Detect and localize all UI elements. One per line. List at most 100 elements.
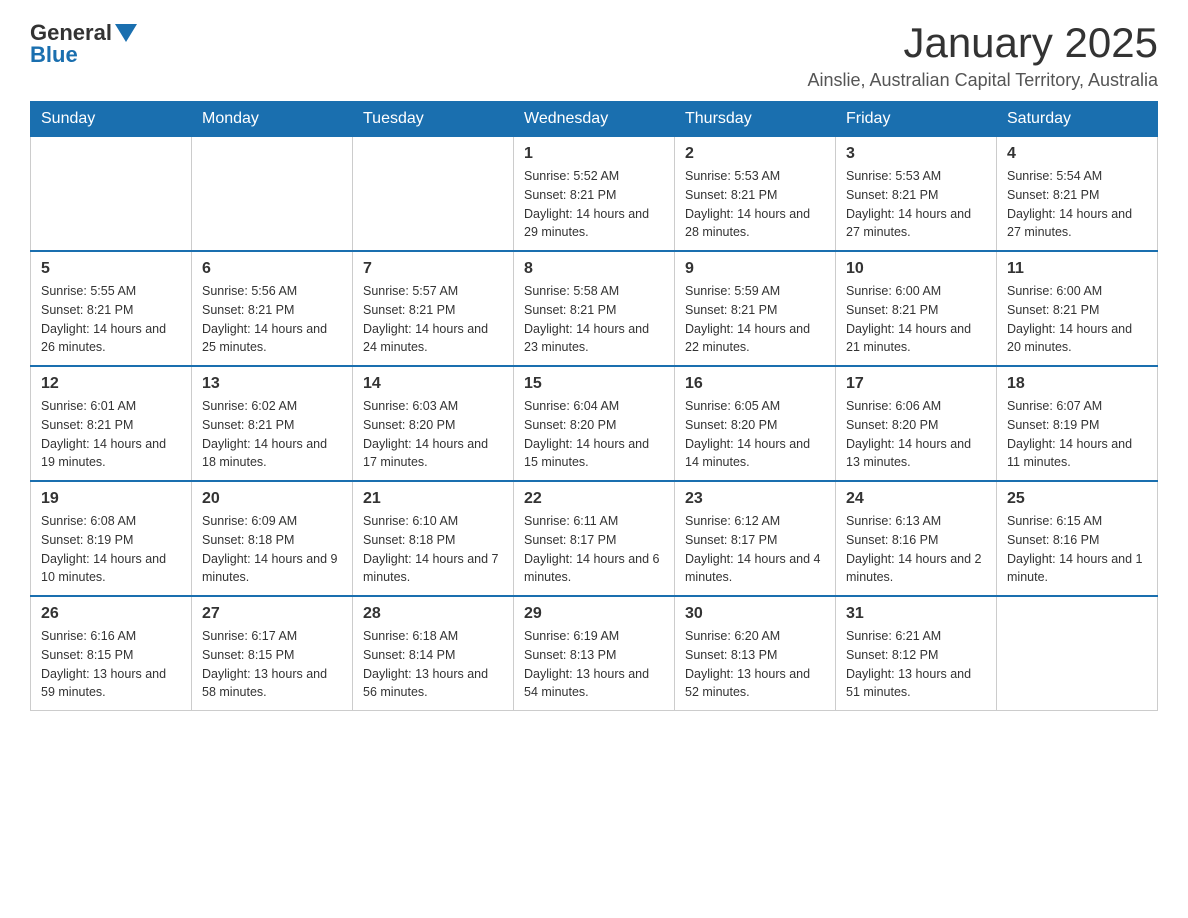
day-number: 6 — [202, 260, 342, 278]
day-number: 28 — [363, 605, 503, 623]
day-info: Sunrise: 6:00 AMSunset: 8:21 PMDaylight:… — [846, 282, 986, 357]
day-number: 5 — [41, 260, 181, 278]
day-info: Sunrise: 5:56 AMSunset: 8:21 PMDaylight:… — [202, 282, 342, 357]
header-row: Sunday Monday Tuesday Wednesday Thursday… — [31, 102, 1158, 137]
cell-2-6: 10 Sunrise: 6:00 AMSunset: 8:21 PMDayligh… — [836, 251, 997, 366]
day-info: Sunrise: 6:08 AMSunset: 8:19 PMDaylight:… — [41, 512, 181, 587]
cell-5-1: 26 Sunrise: 6:16 AMSunset: 8:15 PMDayligh… — [31, 596, 192, 711]
day-info: Sunrise: 6:05 AMSunset: 8:20 PMDaylight:… — [685, 397, 825, 472]
logo-blue: Blue — [30, 42, 78, 68]
day-number: 18 — [1007, 375, 1147, 393]
day-number: 1 — [524, 145, 664, 163]
cell-1-2 — [192, 137, 353, 252]
cell-4-6: 24 Sunrise: 6:13 AMSunset: 8:16 PMDayligh… — [836, 481, 997, 596]
day-number: 11 — [1007, 260, 1147, 278]
day-info: Sunrise: 5:53 AMSunset: 8:21 PMDaylight:… — [846, 167, 986, 242]
cell-5-4: 29Sunrise: 6:19 AMSunset: 8:13 PMDayligh… — [514, 596, 675, 711]
day-info: Sunrise: 5:58 AMSunset: 8:21 PMDaylight:… — [524, 282, 664, 357]
day-info: Sunrise: 6:04 AMSunset: 8:20 PMDaylight:… — [524, 397, 664, 472]
day-info: Sunrise: 6:12 AMSunset: 8:17 PMDaylight:… — [685, 512, 825, 587]
day-info: Sunrise: 6:01 AMSunset: 8:21 PMDaylight:… — [41, 397, 181, 472]
day-number: 9 — [685, 260, 825, 278]
day-info: Sunrise: 6:03 AMSunset: 8:20 PMDaylight:… — [363, 397, 503, 472]
day-info: Sunrise: 6:16 AMSunset: 8:15 PMDaylight:… — [41, 627, 181, 702]
cell-5-6: 31Sunrise: 6:21 AMSunset: 8:12 PMDayligh… — [836, 596, 997, 711]
header-sunday: Sunday — [31, 102, 192, 137]
day-info: Sunrise: 5:59 AMSunset: 8:21 PMDaylight:… — [685, 282, 825, 357]
cell-3-6: 17 Sunrise: 6:06 AMSunset: 8:20 PMDayligh… — [836, 366, 997, 481]
day-number: 26 — [41, 605, 181, 623]
header-friday: Friday — [836, 102, 997, 137]
logo: General Blue — [30, 20, 137, 68]
cell-2-1: 5 Sunrise: 5:55 AMSunset: 8:21 PMDaylight… — [31, 251, 192, 366]
day-info: Sunrise: 6:00 AMSunset: 8:21 PMDaylight:… — [1007, 282, 1147, 357]
day-info: Sunrise: 6:17 AMSunset: 8:15 PMDaylight:… — [202, 627, 342, 702]
day-info: Sunrise: 6:07 AMSunset: 8:19 PMDaylight:… — [1007, 397, 1147, 472]
cell-1-3 — [353, 137, 514, 252]
cell-5-3: 28 Sunrise: 6:18 AMSunset: 8:14 PMDayligh… — [353, 596, 514, 711]
day-number: 21 — [363, 490, 503, 508]
day-number: 2 — [685, 145, 825, 163]
cell-1-6: 3 Sunrise: 5:53 AMSunset: 8:21 PMDaylight… — [836, 137, 997, 252]
day-info: Sunrise: 5:53 AMSunset: 8:21 PMDaylight:… — [685, 167, 825, 242]
cell-1-7: 4 Sunrise: 5:54 AMSunset: 8:21 PMDaylight… — [997, 137, 1158, 252]
day-number: 20 — [202, 490, 342, 508]
week-row-4: 19 Sunrise: 6:08 AMSunset: 8:19 PMDayligh… — [31, 481, 1158, 596]
day-number: 3 — [846, 145, 986, 163]
day-number: 17 — [846, 375, 986, 393]
header-saturday: Saturday — [997, 102, 1158, 137]
cell-3-7: 18 Sunrise: 6:07 AMSunset: 8:19 PMDayligh… — [997, 366, 1158, 481]
calendar-table: Sunday Monday Tuesday Wednesday Thursday… — [30, 101, 1158, 711]
cell-4-7: 25Sunrise: 6:15 AMSunset: 8:16 PMDayligh… — [997, 481, 1158, 596]
day-info: Sunrise: 5:57 AMSunset: 8:21 PMDaylight:… — [363, 282, 503, 357]
cell-1-4: 1 Sunrise: 5:52 AMSunset: 8:21 PMDaylight… — [514, 137, 675, 252]
day-number: 15 — [524, 375, 664, 393]
day-number: 22 — [524, 490, 664, 508]
cell-2-3: 7 Sunrise: 5:57 AMSunset: 8:21 PMDaylight… — [353, 251, 514, 366]
day-number: 13 — [202, 375, 342, 393]
cell-2-4: 8Sunrise: 5:58 AMSunset: 8:21 PMDaylight… — [514, 251, 675, 366]
day-number: 19 — [41, 490, 181, 508]
day-info: Sunrise: 5:55 AMSunset: 8:21 PMDaylight:… — [41, 282, 181, 357]
day-number: 25 — [1007, 490, 1147, 508]
cell-3-3: 14 Sunrise: 6:03 AMSunset: 8:20 PMDayligh… — [353, 366, 514, 481]
cell-1-5: 2 Sunrise: 5:53 AMSunset: 8:21 PMDaylight… — [675, 137, 836, 252]
cell-3-1: 12 Sunrise: 6:01 AMSunset: 8:21 PMDayligh… — [31, 366, 192, 481]
cell-2-7: 11 Sunrise: 6:00 AMSunset: 8:21 PMDayligh… — [997, 251, 1158, 366]
cell-5-7 — [997, 596, 1158, 711]
header-monday: Monday — [192, 102, 353, 137]
day-number: 12 — [41, 375, 181, 393]
day-number: 16 — [685, 375, 825, 393]
day-info: Sunrise: 6:06 AMSunset: 8:20 PMDaylight:… — [846, 397, 986, 472]
day-info: Sunrise: 6:02 AMSunset: 8:21 PMDaylight:… — [202, 397, 342, 472]
cell-2-5: 9 Sunrise: 5:59 AMSunset: 8:21 PMDaylight… — [675, 251, 836, 366]
day-number: 10 — [846, 260, 986, 278]
day-number: 7 — [363, 260, 503, 278]
day-number: 14 — [363, 375, 503, 393]
week-row-2: 5 Sunrise: 5:55 AMSunset: 8:21 PMDaylight… — [31, 251, 1158, 366]
cell-4-1: 19 Sunrise: 6:08 AMSunset: 8:19 PMDayligh… — [31, 481, 192, 596]
day-info: Sunrise: 6:09 AMSunset: 8:18 PMDaylight:… — [202, 512, 342, 587]
day-number: 27 — [202, 605, 342, 623]
cell-5-2: 27 Sunrise: 6:17 AMSunset: 8:15 PMDayligh… — [192, 596, 353, 711]
day-info: Sunrise: 6:19 AMSunset: 8:13 PMDaylight:… — [524, 627, 664, 702]
day-info: Sunrise: 6:21 AMSunset: 8:12 PMDaylight:… — [846, 627, 986, 702]
calendar-subtitle: Ainslie, Australian Capital Territory, A… — [808, 70, 1159, 91]
day-info: Sunrise: 5:54 AMSunset: 8:21 PMDaylight:… — [1007, 167, 1147, 242]
day-number: 24 — [846, 490, 986, 508]
header-tuesday: Tuesday — [353, 102, 514, 137]
cell-3-5: 16 Sunrise: 6:05 AMSunset: 8:20 PMDayligh… — [675, 366, 836, 481]
cell-1-1 — [31, 137, 192, 252]
day-info: Sunrise: 5:52 AMSunset: 8:21 PMDaylight:… — [524, 167, 664, 242]
cell-2-2: 6 Sunrise: 5:56 AMSunset: 8:21 PMDaylight… — [192, 251, 353, 366]
header-thursday: Thursday — [675, 102, 836, 137]
calendar-title: January 2025 — [808, 20, 1159, 66]
week-row-5: 26 Sunrise: 6:16 AMSunset: 8:15 PMDayligh… — [31, 596, 1158, 711]
day-info: Sunrise: 6:13 AMSunset: 8:16 PMDaylight:… — [846, 512, 986, 587]
day-number: 4 — [1007, 145, 1147, 163]
day-info: Sunrise: 6:20 AMSunset: 8:13 PMDaylight:… — [685, 627, 825, 702]
day-info: Sunrise: 6:18 AMSunset: 8:14 PMDaylight:… — [363, 627, 503, 702]
cell-5-5: 30Sunrise: 6:20 AMSunset: 8:13 PMDayligh… — [675, 596, 836, 711]
day-number: 23 — [685, 490, 825, 508]
title-area: January 2025 Ainslie, Australian Capital… — [808, 20, 1159, 91]
